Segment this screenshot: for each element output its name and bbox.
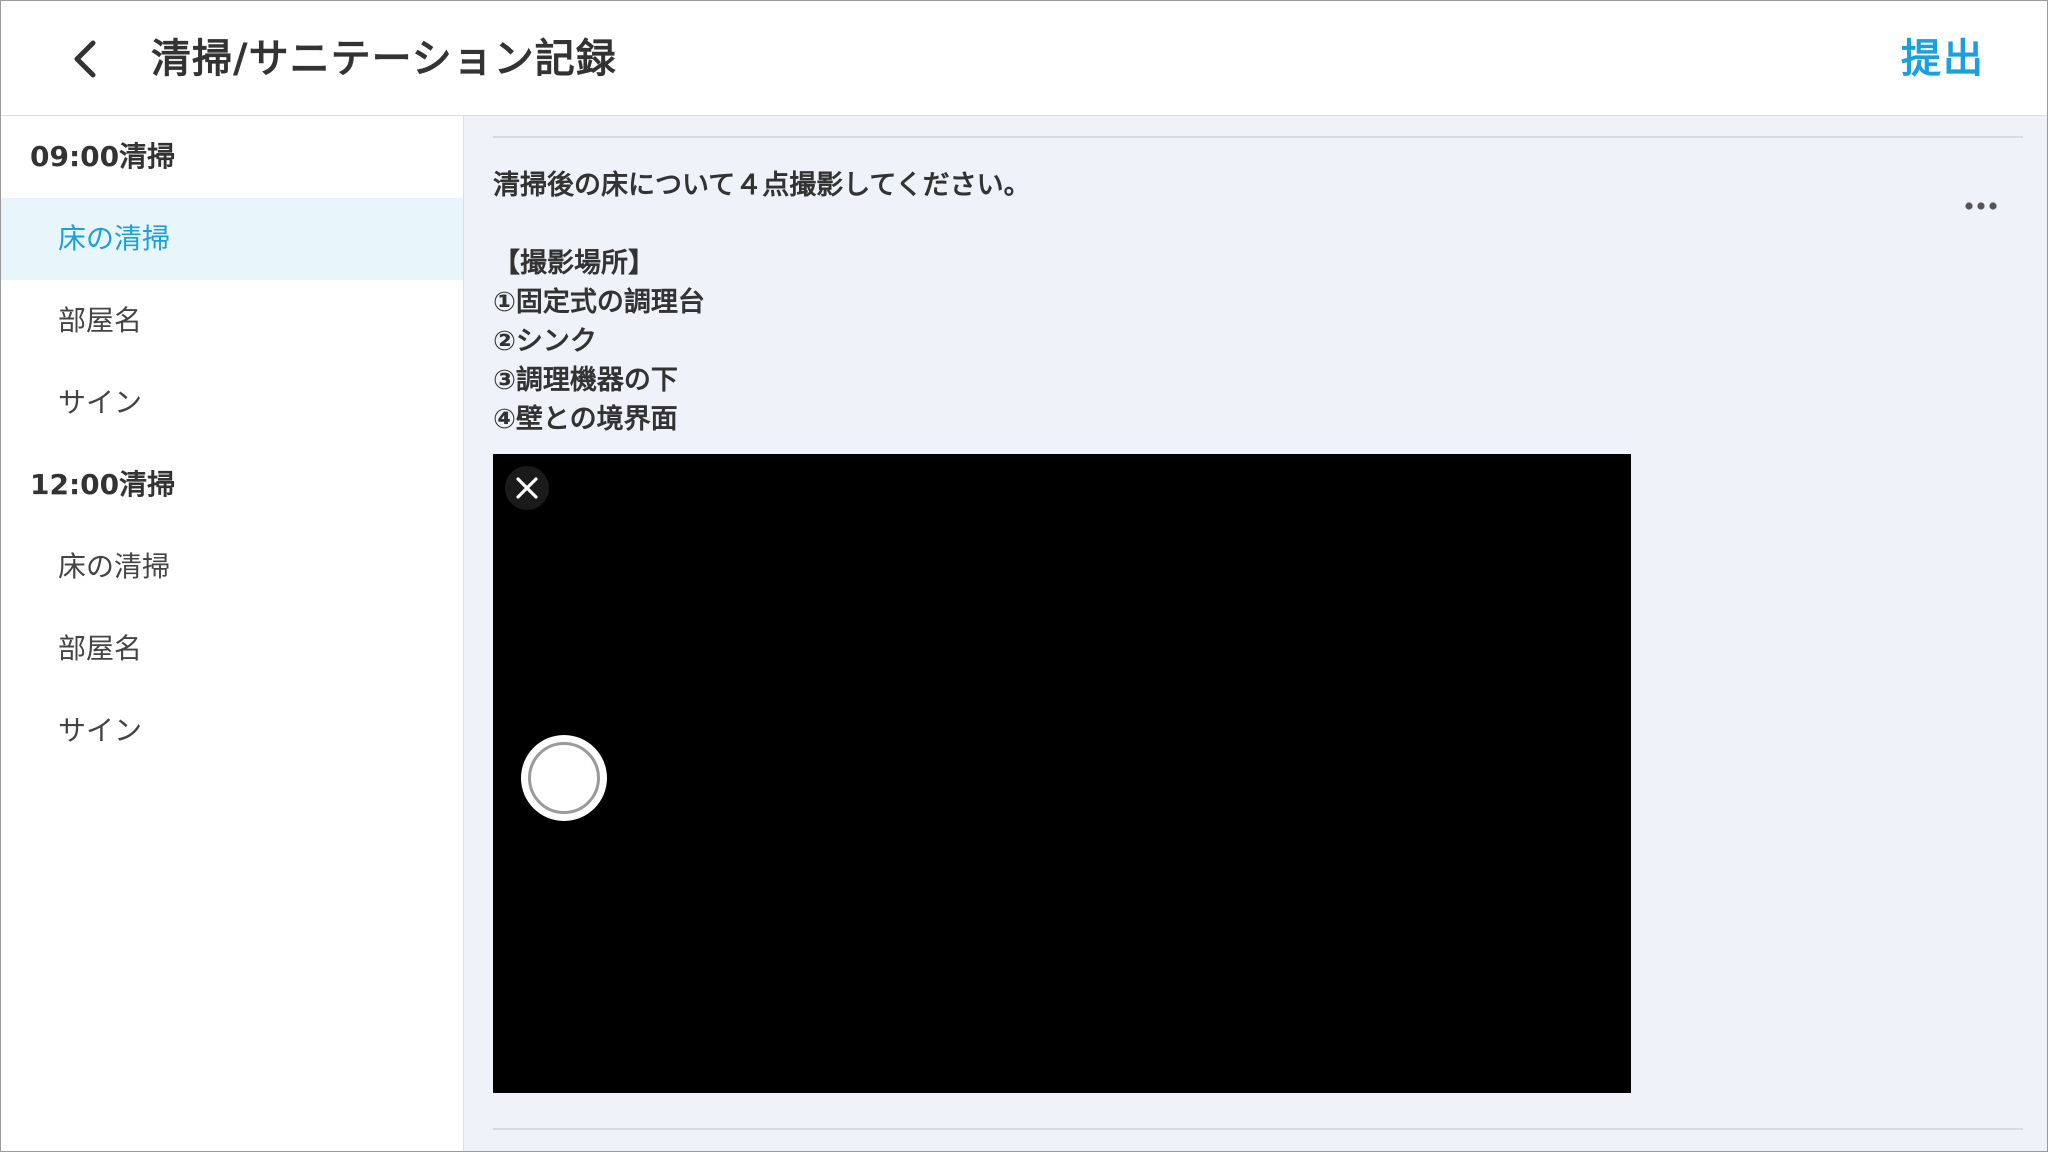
sidebar-item-signature-0900[interactable]: サイン (1, 362, 463, 444)
back-button[interactable] (57, 31, 113, 87)
camera-close-button[interactable] (505, 466, 549, 510)
section-title-1200: 12:00清掃 (30, 468, 176, 501)
sidebar: 09:00清掃 床の清掃 部屋名 サイン 12:00清掃 床の清掃 部屋名 サイ… (1, 116, 464, 1151)
section-title-0900: 09:00清掃 (30, 140, 176, 173)
submit-button[interactable]: 提出 (1901, 31, 1985, 87)
divider (493, 1128, 2023, 1130)
location-item: ②シンク (493, 326, 597, 357)
more-button[interactable] (1951, 186, 2011, 226)
location-item: ④壁との境界面 (493, 404, 678, 435)
camera-preview (493, 454, 1631, 1093)
page-title: 清掃/サニテーション記録 (151, 36, 617, 82)
divider (493, 136, 2023, 138)
location-item: ③調理機器の下 (493, 365, 678, 396)
shutter-button[interactable] (521, 735, 607, 821)
main-content: 清掃後の床について４点撮影してください。 【撮影場所】 ①固定式の調理台 ②シン… (464, 116, 2047, 1151)
header: 清掃/サニテーション記録 提出 (1, 1, 2047, 116)
instructions: 清掃後の床について４点撮影してください。 【撮影場所】 ①固定式の調理台 ②シン… (493, 166, 1031, 439)
locations-header: 【撮影場所】 (493, 248, 655, 279)
chevron-left-icon (74, 40, 96, 78)
more-horizontal-icon (1965, 202, 1997, 210)
sidebar-item-room-name-0900[interactable]: 部屋名 (1, 280, 463, 362)
instruction-text: 清掃後の床について４点撮影してください。 (493, 170, 1031, 201)
shutter-icon (528, 742, 600, 814)
location-item: ①固定式の調理台 (493, 287, 705, 318)
sidebar-item-floor-cleaning-0900[interactable]: 床の清掃 (1, 198, 463, 280)
sidebar-item-room-name-1200[interactable]: 部屋名 (1, 608, 463, 690)
app-window: 清掃/サニテーション記録 提出 09:00清掃 床の清掃 部屋名 サイン 12:… (0, 0, 2048, 1152)
sidebar-item-signature-1200[interactable]: サイン (1, 690, 463, 772)
sidebar-item-floor-cleaning-1200[interactable]: 床の清掃 (1, 526, 463, 608)
close-icon (516, 477, 538, 499)
